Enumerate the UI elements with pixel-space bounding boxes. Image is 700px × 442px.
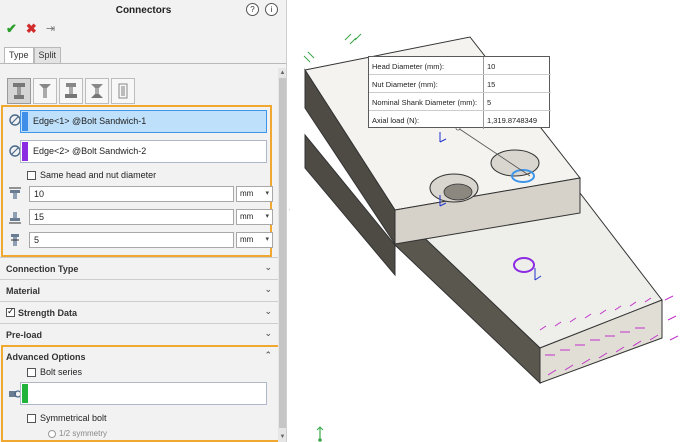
edge2-selection-field[interactable]: Edge<2> @Bolt Sandwich-2 [20,140,267,163]
bolt-series-checkbox[interactable] [27,367,36,377]
shank-diameter-unit-select[interactable]: mm ▾ [236,232,273,248]
panel-title: Connectors [115,5,172,16]
half-symmetry-radio[interactable] [48,430,56,438]
countersink-nut-icon[interactable] [85,78,109,104]
section-strength-data[interactable]: Strength Data ⌄ [0,301,278,323]
head-diameter-input[interactable]: 10 [29,186,234,202]
callout-row: Axial load (N): 1,319.8748349 [372,116,538,125]
bolt-series-selection-field[interactable] [20,382,267,405]
head-diameter-row: 10 mm ▾ [7,186,273,202]
nut-diameter-icon [7,209,23,225]
half-symmetry-label: 1/2 symmetry [59,429,108,438]
nut-diameter-input[interactable]: 15 [29,209,234,225]
property-manager-panel: Connectors ? i ✔ ✖ ⇥ Type Split Edge<1> … [0,0,287,442]
strength-data-checkbox[interactable] [6,306,15,317]
foundation-bolt-icon[interactable] [111,78,135,104]
bolt-type-toolbar [7,78,135,104]
chevron-down-icon: ⌄ [264,284,272,294]
scroll-up-icon[interactable]: ▲ [278,68,286,78]
symmetrical-bolt-label: Symmetrical bolt [40,413,107,423]
connector-callout: Head Diameter (mm): 10 Nut Diameter (mm)… [368,56,551,129]
help-icon[interactable]: ? [246,3,259,16]
head-diameter-icon [7,186,23,202]
same-diameter-label: Same head and nut diameter [40,170,157,180]
ok-button[interactable]: ✔ [6,22,17,36]
chevron-down-icon: ⌄ [264,328,272,338]
head-diameter-unit-select[interactable]: mm ▾ [236,186,273,202]
chevron-down-icon: ⌄ [264,306,272,316]
chevron-down-icon: ▾ [265,213,269,220]
countersink-bolt-icon[interactable] [33,78,57,104]
chevron-down-icon: ▾ [265,236,269,243]
scroll-thumb[interactable] [279,78,286,428]
standard-bolt-icon[interactable] [7,78,31,104]
section-material[interactable]: Material ⌄ [0,279,278,301]
section-connection-type[interactable]: Connection Type ⌄ [0,257,278,279]
callout-row: Nut Diameter (mm): 15 [369,75,551,93]
pin-icon[interactable]: ⇥ [46,22,55,36]
same-diameter-checkbox[interactable] [27,170,36,180]
symmetrical-bolt-checkbox[interactable] [27,413,36,423]
shank-diameter-row: 5 ▾ mm▾ [7,232,273,248]
nut-diameter-row: 15 mm ▾ [7,209,273,225]
shank-diameter-icon [7,232,23,248]
shank-diameter-input[interactable]: 5 ▾ [29,232,252,248]
edge1-selection-field[interactable]: Edge<1> @Bolt Sandwich-1 [20,110,267,133]
chevron-up-icon: ⌃ [264,350,272,360]
chevron-down-icon: ▾ [265,190,269,197]
bolt-series-label: Bolt series [40,367,83,377]
callout-row: Nominal Shank Diameter (mm): 5 [369,93,551,111]
scroll-down-icon[interactable]: ▼ [278,432,286,442]
connectors-window: Connectors ? i ✔ ✖ ⇥ Type Split Edge<1> … [0,0,700,442]
tab-type[interactable]: Type [4,47,34,63]
reference-triad-icon [318,428,322,442]
cancel-button[interactable]: ✖ [26,22,37,36]
panel-scrollbar[interactable]: ▲ ▼ [278,68,286,442]
tab-split[interactable]: Split [33,47,62,63]
section-preload[interactable]: Pre-load ⌄ [0,323,278,345]
tooltip-icon[interactable]: i [265,3,278,16]
counterbore-nut-icon[interactable] [59,78,83,104]
section-advanced-options[interactable]: Advanced Options ⌃ [0,346,278,368]
nut-diameter-unit-select[interactable]: mm ▾ [236,209,273,225]
callout-row: Head Diameter (mm): 10 [369,57,551,75]
chevron-down-icon: ⌄ [264,262,272,272]
